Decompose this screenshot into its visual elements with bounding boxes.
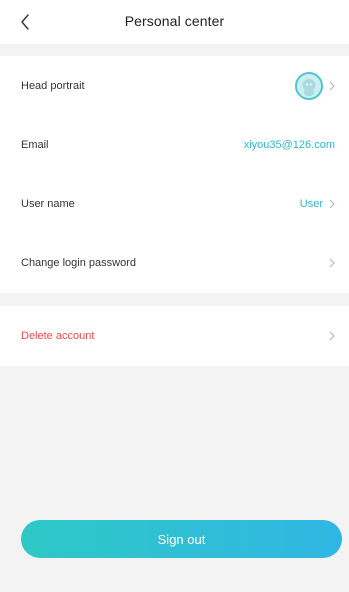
user-name-label: User name <box>21 197 75 210</box>
chevron-right-icon <box>329 81 335 91</box>
email-label: Email <box>21 138 49 151</box>
chevron-right-icon <box>329 258 335 268</box>
profile-section: Head portrait Email xiyou35@126.com User… <box>0 56 349 293</box>
chevron-right-icon <box>329 331 335 341</box>
delete-account-label: Delete account <box>21 329 95 342</box>
email-value: xiyou35@126.com <box>243 138 335 151</box>
top-bar: Personal center <box>0 0 349 44</box>
delete-account-row[interactable]: Delete account <box>0 306 349 365</box>
head-portrait-row[interactable]: Head portrait <box>0 56 349 115</box>
chevron-right-icon <box>329 199 335 209</box>
change-password-row[interactable]: Change login password <box>0 233 349 292</box>
sign-out-button[interactable]: Sign out <box>21 520 342 558</box>
account-danger-section: Delete account <box>0 306 349 366</box>
change-password-label: Change login password <box>21 256 136 269</box>
user-name-row[interactable]: User name User <box>0 174 349 233</box>
head-portrait-right <box>295 71 335 100</box>
email-right: xiyou35@126.com <box>244 139 335 151</box>
email-row[interactable]: Email xiyou35@126.com <box>0 115 349 174</box>
page-title: Personal center <box>124 13 225 29</box>
user-name-right: User <box>300 198 335 210</box>
avatar-icon[interactable] <box>295 71 323 100</box>
user-name-value: User <box>299 197 323 210</box>
delete-account-right <box>323 331 335 341</box>
change-password-right <box>323 258 335 268</box>
head-portrait-label: Head portrait <box>21 79 85 92</box>
